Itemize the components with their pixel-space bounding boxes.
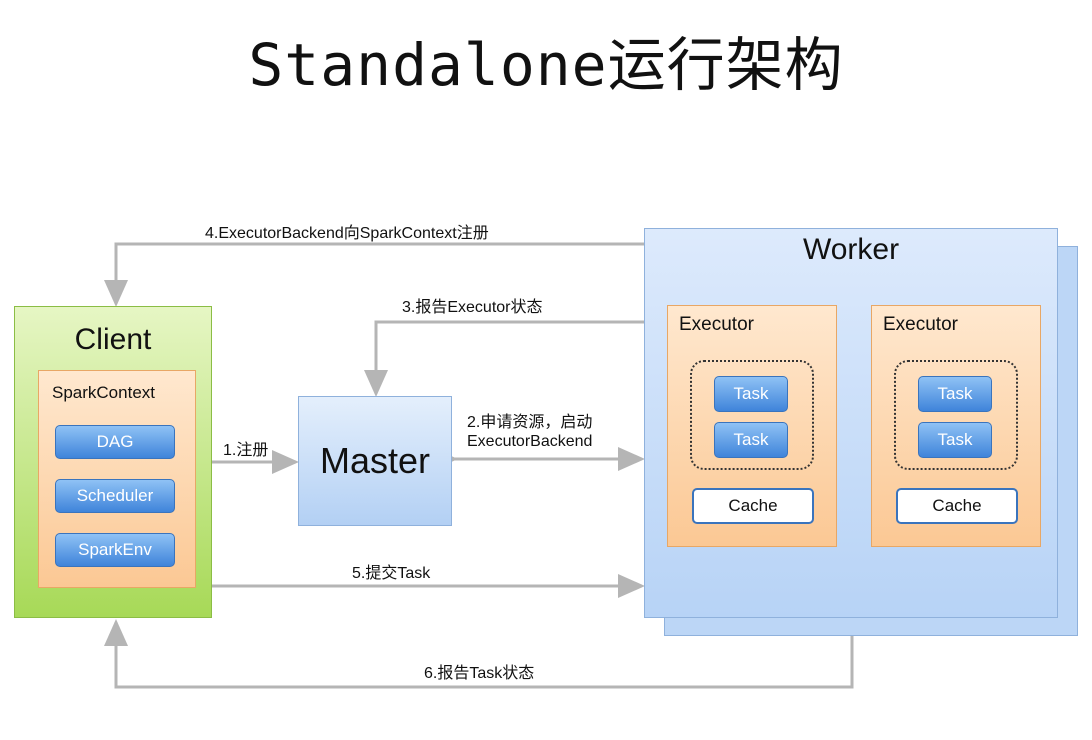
worker-title: Worker (802, 233, 900, 266)
task-item: Task (918, 376, 992, 412)
edge-4-register-backend (104, 242, 644, 307)
edge-3-report-executor (364, 320, 668, 397)
executor-title: Executor (679, 314, 754, 335)
task-item: Task (918, 422, 992, 458)
step-4-label: 4.ExecutorBackend向SparkContext注册 (205, 225, 489, 242)
step-1-label: 1.注册 (223, 442, 269, 459)
spark-context-title: SparkContext (52, 383, 155, 402)
executor-node: Executor Task Task Cache (871, 305, 1041, 547)
spark-env-component: SparkEnv (55, 533, 175, 567)
worker-node: Worker Executor Task Task Cache Executor… (644, 228, 1058, 618)
cache-box: Cache (896, 488, 1018, 524)
step-3-label: 3.报告Executor状态 (402, 299, 543, 316)
step-2-label-line1: 2.申请资源，启动 (467, 414, 593, 431)
scheduler-component: Scheduler (55, 479, 175, 513)
step-6-label: 6.报告Task状态 (424, 665, 535, 682)
step-5-label: 5.提交Task (352, 565, 431, 582)
executor-node: Executor Task Task Cache (667, 305, 837, 547)
spark-context-node: SparkContext DAG Scheduler SparkEnv (38, 370, 196, 588)
client-title: Client (74, 323, 152, 356)
task-item: Task (714, 422, 788, 458)
dag-component: DAG (55, 425, 175, 459)
cache-box: Cache (692, 488, 814, 524)
task-item: Task (714, 376, 788, 412)
executor-title: Executor (883, 314, 958, 335)
master-node: Master (298, 396, 452, 526)
step-2-label-line2: ExecutorBackend (467, 433, 593, 450)
